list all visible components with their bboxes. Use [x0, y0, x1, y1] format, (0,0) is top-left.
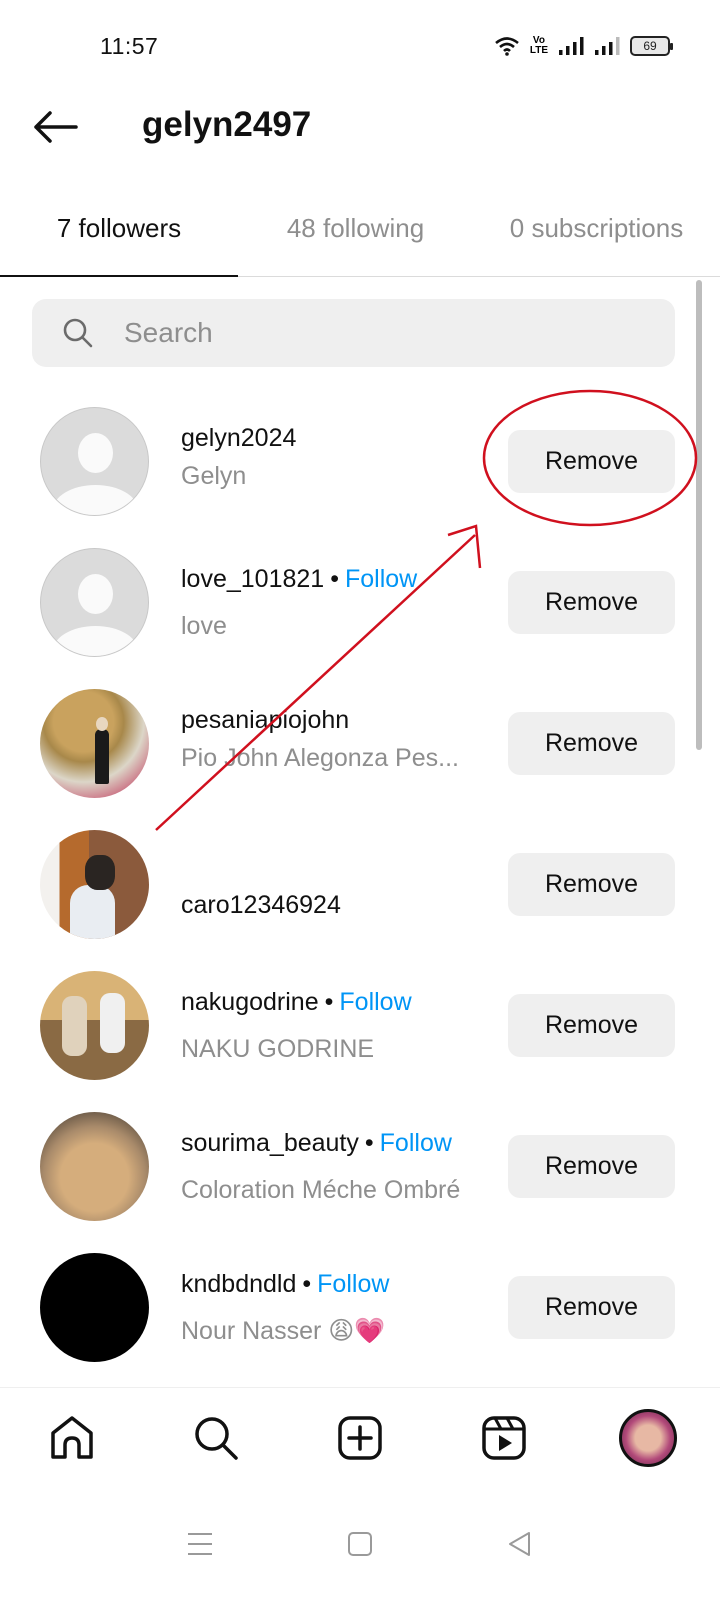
bottom-nav	[0, 1387, 720, 1487]
avatar[interactable]	[40, 1112, 149, 1221]
username[interactable]: love_101821	[181, 565, 324, 593]
volte-bottom: LTE	[529, 45, 548, 56]
nav-search[interactable]	[186, 1408, 246, 1468]
home-icon	[51, 1415, 93, 1459]
username-line: love_101821 • Follow	[181, 563, 491, 595]
username-line: sourima_beauty • Follow	[181, 1127, 491, 1159]
volte-icon: Vo LTE	[530, 36, 548, 56]
back-triangle-icon	[509, 1531, 530, 1556]
status-icons: Vo LTE 69	[494, 36, 673, 56]
page-title: gelyn2497	[142, 105, 312, 144]
search-bar[interactable]	[32, 299, 675, 367]
user-info: nakugodrine • Follow NAKU GODRINE	[181, 986, 491, 1065]
user-info: sourima_beauty • Follow Coloration Méche O…	[181, 1127, 491, 1206]
username[interactable]: kndbdndld	[181, 1270, 296, 1298]
header: gelyn2497	[0, 95, 720, 165]
search-icon	[63, 318, 93, 348]
full-name: love	[181, 612, 227, 640]
tab-following[interactable]: 48 following	[238, 195, 473, 275]
avatar[interactable]	[40, 971, 149, 1080]
signal-icon-2	[595, 37, 620, 55]
create-icon	[338, 1415, 382, 1460]
separator-dot: •	[330, 565, 339, 593]
user-info: kndbdndld • Follow Nour Nasser 😩💗	[181, 1268, 491, 1347]
separator-dot: •	[302, 1270, 312, 1298]
avatar[interactable]	[40, 830, 149, 939]
user-info: gelyn2024 Gelyn	[181, 422, 491, 492]
search-input[interactable]	[124, 317, 624, 349]
follow-button[interactable]: Follow	[380, 1129, 452, 1157]
separator-dot: •	[364, 1129, 374, 1157]
follow-button[interactable]: Follow	[345, 565, 417, 593]
home-square-icon	[348, 1531, 372, 1556]
remove-button[interactable]: Remove	[508, 571, 675, 634]
full-name: NAKU GODRINE	[181, 1035, 375, 1063]
user-info: pesaniapiojohn Pio John Alegonza Pes...	[181, 704, 491, 774]
username[interactable]: pesaniapiojohn	[181, 704, 491, 736]
nav-profile[interactable]	[618, 1408, 678, 1468]
avatar[interactable]	[40, 407, 149, 516]
status-bar: 11:57 Vo LTE 69	[0, 0, 720, 95]
user-info: caro12346924	[181, 889, 491, 921]
follow-button[interactable]: Follow	[339, 988, 411, 1016]
arrow-left-icon	[34, 111, 78, 143]
remove-button[interactable]: Remove	[508, 1135, 675, 1198]
list-item[interactable]: love_101821 • Follow love Remove	[0, 533, 720, 674]
back-button[interactable]	[30, 107, 80, 147]
avatar[interactable]	[40, 548, 149, 657]
username-line: kndbdndld • Follow	[181, 1268, 491, 1300]
wifi-icon	[495, 37, 519, 56]
menu-icon	[188, 1532, 212, 1555]
tab-followers[interactable]: 7 followers	[0, 195, 238, 277]
battery-icon: 69	[630, 36, 673, 56]
full-name: Pio John Alegonza Pes...	[181, 744, 459, 772]
nav-home[interactable]	[42, 1408, 102, 1468]
profile-avatar[interactable]	[619, 1408, 677, 1467]
list-item[interactable]: caro12346924 Remove	[0, 815, 720, 956]
system-nav-bar	[0, 1487, 720, 1600]
username[interactable]: sourima_beauty	[181, 1129, 359, 1157]
followers-list: gelyn2024 Gelyn Remove love_101821 • Follo…	[0, 392, 720, 1379]
username[interactable]: gelyn2024	[181, 422, 491, 454]
list-item[interactable]: sourima_beauty • Follow Coloration Méche O…	[0, 1097, 720, 1238]
full-name: Gelyn	[181, 462, 247, 490]
username[interactable]: nakugodrine	[181, 988, 319, 1016]
separator-dot: •	[324, 988, 334, 1016]
list-item[interactable]: nakugodrine • Follow NAKU GODRINE Remove	[0, 956, 720, 1097]
full-name: Coloration Méche Ombré	[181, 1176, 461, 1204]
system-home-button[interactable]	[340, 1524, 380, 1564]
remove-button[interactable]: Remove	[508, 853, 675, 916]
nav-create[interactable]	[330, 1408, 390, 1468]
remove-button[interactable]: Remove	[508, 430, 675, 493]
list-item[interactable]: kndbdndld • Follow Nour Nasser 😩💗 Remove	[0, 1238, 720, 1379]
status-time: 11:57	[100, 33, 159, 59]
system-back-button[interactable]	[500, 1524, 540, 1564]
avatar[interactable]	[40, 689, 149, 798]
tab-bar: 7 followers 48 following 0 subscriptions	[0, 195, 720, 277]
tab-subscriptions[interactable]: 0 subscriptions	[473, 195, 720, 275]
full-name: Nour Nasser 😩💗	[181, 1317, 386, 1345]
user-info: love_101821 • Follow love	[181, 563, 491, 642]
remove-button[interactable]: Remove	[508, 994, 675, 1057]
signal-icon	[559, 37, 584, 55]
follow-button[interactable]: Follow	[317, 1270, 389, 1298]
search-icon	[195, 1416, 238, 1460]
remove-button[interactable]: Remove	[508, 712, 675, 775]
system-menu-button[interactable]	[180, 1524, 220, 1564]
avatar[interactable]	[40, 1253, 149, 1362]
reels-icon	[482, 1415, 526, 1460]
username-line: nakugodrine • Follow	[181, 986, 491, 1018]
list-item[interactable]: pesaniapiojohn Pio John Alegonza Pes... …	[0, 674, 720, 815]
nav-reels[interactable]	[474, 1408, 534, 1468]
username[interactable]: caro12346924	[181, 889, 491, 921]
list-item[interactable]: gelyn2024 Gelyn Remove	[0, 392, 720, 533]
remove-button[interactable]: Remove	[508, 1276, 675, 1339]
